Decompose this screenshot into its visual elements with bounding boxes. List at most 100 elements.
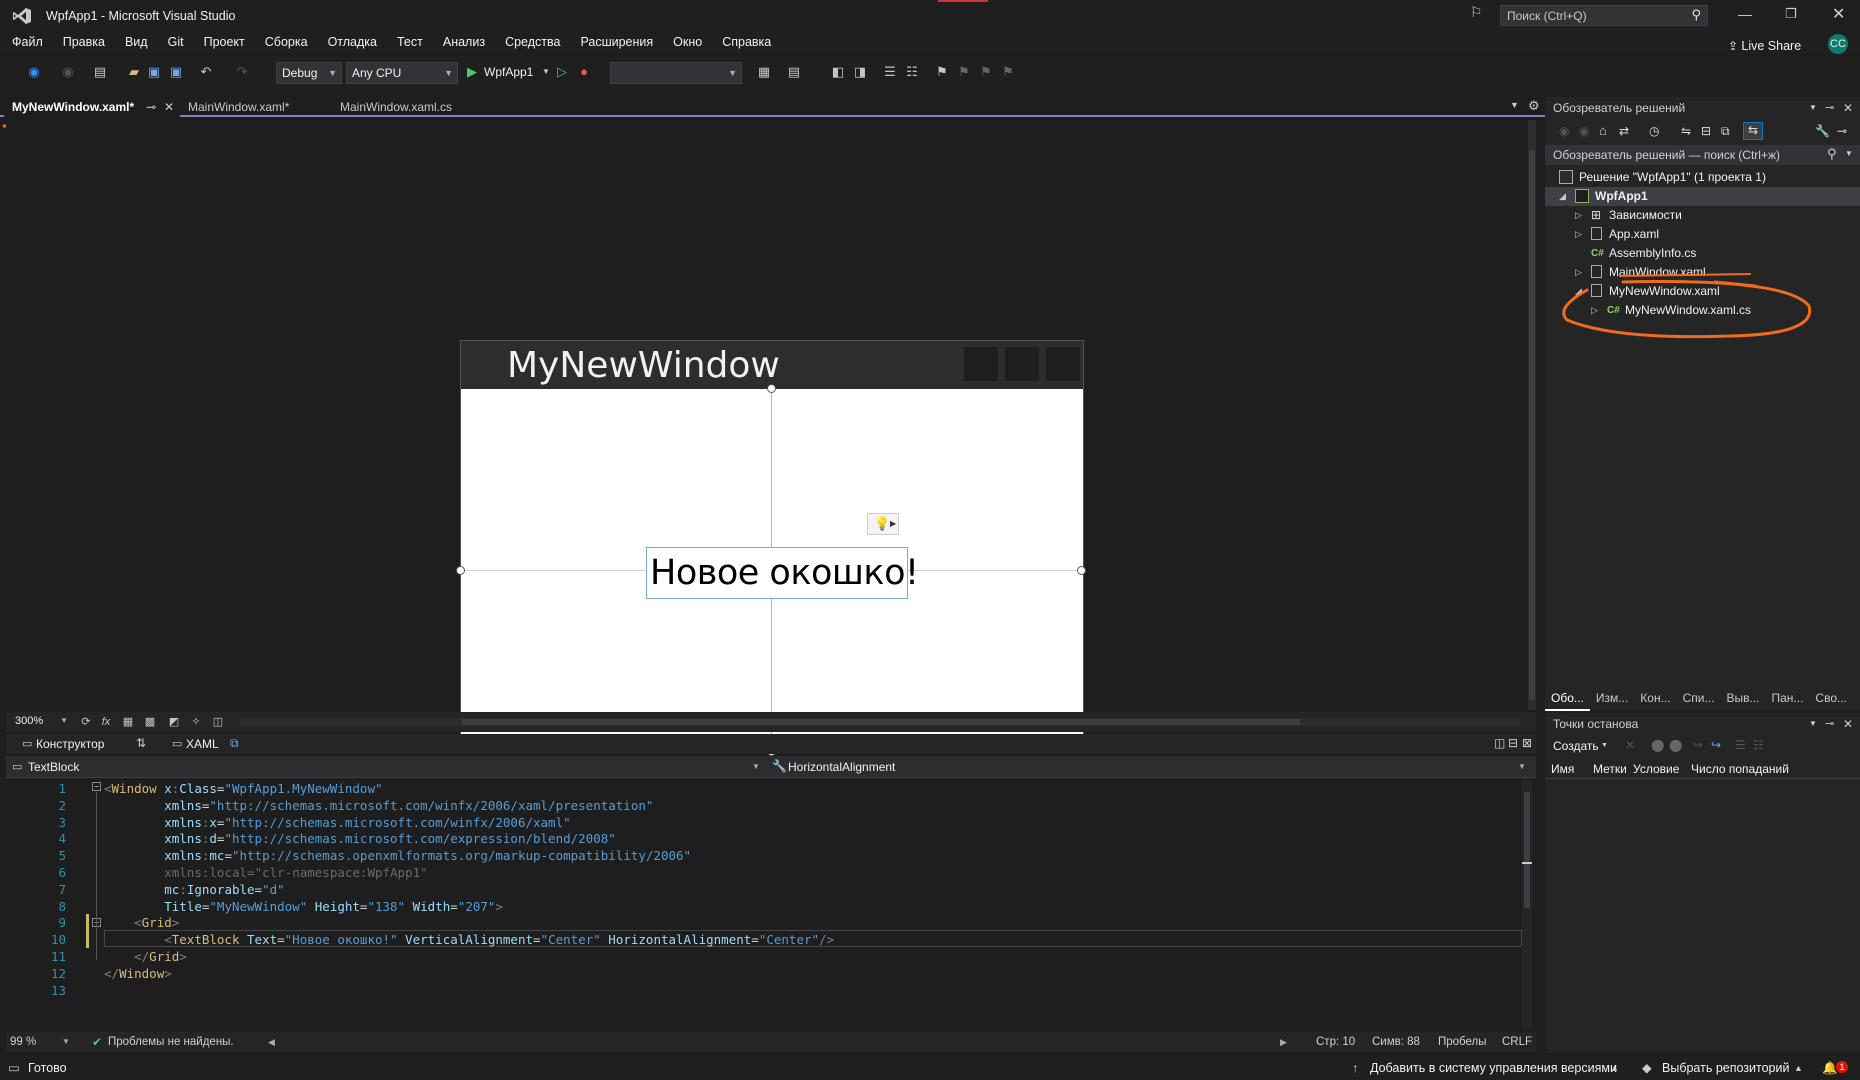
pin-icon[interactable]: ⊸ — [146, 97, 156, 117]
tree-solution[interactable]: Решение "WpfApp1" (1 проекта 1) — [1545, 168, 1860, 187]
menu-window[interactable]: Окно — [661, 32, 710, 52]
feedback-icon[interactable]: ⚐ — [1470, 4, 1483, 21]
menu-help[interactable]: Справка — [710, 32, 779, 52]
quick-actions-button[interactable]: 💡 ▶ — [867, 513, 899, 535]
start-without-debug-icon[interactable]: ▷ — [554, 64, 570, 80]
tab-output[interactable]: Выв... — [1720, 686, 1765, 710]
menu-git[interactable]: Git — [156, 32, 192, 52]
new-project-icon[interactable]: ▤ — [92, 64, 108, 80]
property-selector[interactable]: HorizontalAlignment — [788, 760, 895, 774]
menu-tools[interactable]: Средства — [493, 32, 568, 52]
menu-project[interactable]: Проект — [192, 32, 253, 52]
chevron-up-icon[interactable]: ▲ — [1610, 1056, 1619, 1080]
code-line[interactable]: <Grid> — [104, 914, 179, 931]
resize-handle-top[interactable] — [767, 384, 776, 393]
issues-status[interactable]: Проблемы не найдены. — [108, 1032, 234, 1052]
gear-icon[interactable]: ⚙ — [1528, 98, 1540, 114]
split-horizontal-icon[interactable]: ⊟ — [1508, 736, 1518, 750]
chevron-down-icon[interactable]: ▼ — [538, 64, 554, 80]
chevron-down-icon[interactable]: ▼ — [1518, 762, 1526, 771]
column-status[interactable]: Симв: 88 — [1372, 1032, 1420, 1052]
code-line[interactable]: xmlns:x="http://schemas.microsoft.com/wi… — [104, 814, 570, 831]
menu-extensions[interactable]: Расширения — [568, 32, 661, 52]
show-all-files-icon[interactable]: ⧉ — [1721, 124, 1730, 139]
grid-toggle-icon[interactable]: ▦ — [120, 714, 136, 730]
tree-item[interactable]: ▷ App.xaml — [1545, 225, 1860, 244]
debug-target-select[interactable]: ▼ — [610, 62, 742, 84]
preview-selected-icon[interactable]: ⇆ — [1743, 122, 1763, 140]
back-icon[interactable]: ◉ — [1559, 124, 1569, 138]
editor-zoom[interactable]: 99 % — [10, 1032, 36, 1052]
tab-toolbox[interactable]: Пан... — [1765, 686, 1809, 710]
refresh-icon[interactable]: ⟳ — [78, 714, 94, 730]
textblock-preview[interactable]: Новое окошко! — [646, 547, 919, 599]
resize-handle-left[interactable] — [456, 566, 465, 575]
live-share-button[interactable]: ⇪ Live Share — [1728, 36, 1801, 56]
code-line[interactable]: Title="MyNewWindow" Height="138" Width="… — [104, 898, 503, 915]
panel-menu-icon[interactable]: ▼ — [1809, 97, 1817, 119]
xaml-code-editor[interactable]: − − 1<Window x:Class="WpfApp1.MyNewWindo… — [6, 778, 1532, 1030]
code-line[interactable]: xmlns:local="clr-namespace:WpfApp1" — [104, 864, 427, 881]
designer-hscroll-thumb[interactable] — [462, 719, 1300, 725]
column-name[interactable]: Имя — [1551, 762, 1574, 776]
bookmark-prev-icon[interactable]: ⚑ — [956, 64, 972, 80]
split-vertical-icon[interactable]: ◫ — [1494, 736, 1505, 750]
resize-handle-right[interactable] — [1077, 566, 1086, 575]
close-icon[interactable]: ✕ — [1843, 97, 1853, 119]
avatar[interactable]: CC — [1828, 34, 1848, 54]
switch-views-icon[interactable]: ⇄ — [1619, 124, 1629, 138]
tab-list[interactable]: Спи... — [1677, 686, 1721, 710]
editor-vscrollbar[interactable] — [1522, 778, 1532, 1030]
delete-breakpoint-icon[interactable]: ✕ — [1625, 738, 1635, 752]
editor-vscroll-thumb[interactable] — [1524, 792, 1530, 908]
tab-mainwindow-xaml[interactable]: MainWindow.xaml* — [180, 97, 297, 117]
snap-lines-icon[interactable]: ✧ — [188, 714, 204, 730]
platform-select[interactable]: Any CPU ▼ — [346, 62, 458, 84]
code-line[interactable]: xmlns="http://schemas.microsoft.com/winf… — [104, 797, 653, 814]
code-line[interactable]: </Window> — [104, 965, 172, 982]
configuration-select[interactable]: Debug ▼ — [276, 62, 342, 84]
start-debug-icon[interactable]: ▶ — [464, 64, 480, 80]
tab-mynewwindow-xaml[interactable]: MyNewWindow.xaml* ⊸ ✕ — [4, 97, 180, 117]
columns-icon[interactable]: ☰ — [1735, 738, 1746, 752]
uncomment-icon[interactable]: ☷ — [904, 64, 920, 80]
save-icon[interactable]: ▣ — [146, 64, 162, 80]
menu-file[interactable]: Файл — [0, 32, 51, 52]
redo-icon[interactable]: ↷ — [234, 64, 250, 80]
bookmark-icon[interactable]: ⚑ — [934, 64, 950, 80]
close-icon[interactable]: ✕ — [164, 97, 174, 117]
restore-button[interactable]: ❐ — [1785, 6, 1797, 22]
chevron-down-icon[interactable]: ▼ — [752, 762, 760, 771]
menu-debug[interactable]: Отладка — [316, 32, 385, 52]
pending-changes-icon[interactable]: ◷ — [1649, 124, 1659, 138]
forward-icon[interactable]: ◉ — [1579, 124, 1589, 138]
tab-designer-view[interactable]: Конструктор — [36, 737, 104, 751]
properties-icon[interactable]: 🔧 — [1815, 124, 1830, 138]
designer-surface[interactable]: MyNewWindow 💡 ▶ Новое окошко! — [6, 120, 1536, 756]
hot-reload-icon[interactable]: ● — [576, 64, 592, 80]
toolbar-icon-a[interactable]: ▦ — [756, 64, 772, 80]
undo-icon[interactable]: ↶ — [198, 64, 214, 80]
chevron-up-icon[interactable]: ▲ — [1794, 1056, 1803, 1080]
tab-xaml-view[interactable]: XAML — [186, 737, 219, 751]
select-repository-button[interactable]: Выбрать репозиторий — [1662, 1056, 1789, 1080]
whitespace-status[interactable]: Пробелы — [1438, 1032, 1487, 1052]
designer-vscrollbar[interactable] — [1528, 120, 1536, 710]
bookmark-clear-icon[interactable]: ⚑ — [1000, 64, 1016, 80]
home-icon[interactable]: ⌂ — [1599, 123, 1607, 138]
designer-vscroll-thumb[interactable] — [1529, 150, 1535, 700]
effects-icon[interactable]: fx — [98, 714, 114, 730]
menu-edit[interactable]: Правка — [51, 32, 113, 52]
menu-test[interactable]: Тест — [385, 32, 431, 52]
chevron-right-icon[interactable]: ▷ — [1575, 206, 1582, 225]
tab-properties[interactable]: Сво... — [1809, 686, 1853, 710]
create-breakpoint-button[interactable]: Создать — [1553, 739, 1599, 753]
add-source-control-button[interactable]: Добавить в систему управления версиями — [1370, 1056, 1617, 1080]
tree-item[interactable]: ▷ ⊞ Зависимости — [1545, 206, 1860, 225]
code-line[interactable]: xmlns:mc="http://schemas.openxmlformats.… — [104, 847, 691, 864]
eol-status[interactable]: CRLF — [1502, 1032, 1532, 1052]
code-line[interactable]: mc:Ignorable="d" — [104, 881, 284, 898]
close-icon[interactable]: ✕ — [1843, 713, 1853, 735]
device-icon[interactable]: ◫ — [210, 714, 226, 730]
code-line[interactable]: <TextBlock Text="Новое окошко!" Vertical… — [104, 931, 834, 948]
